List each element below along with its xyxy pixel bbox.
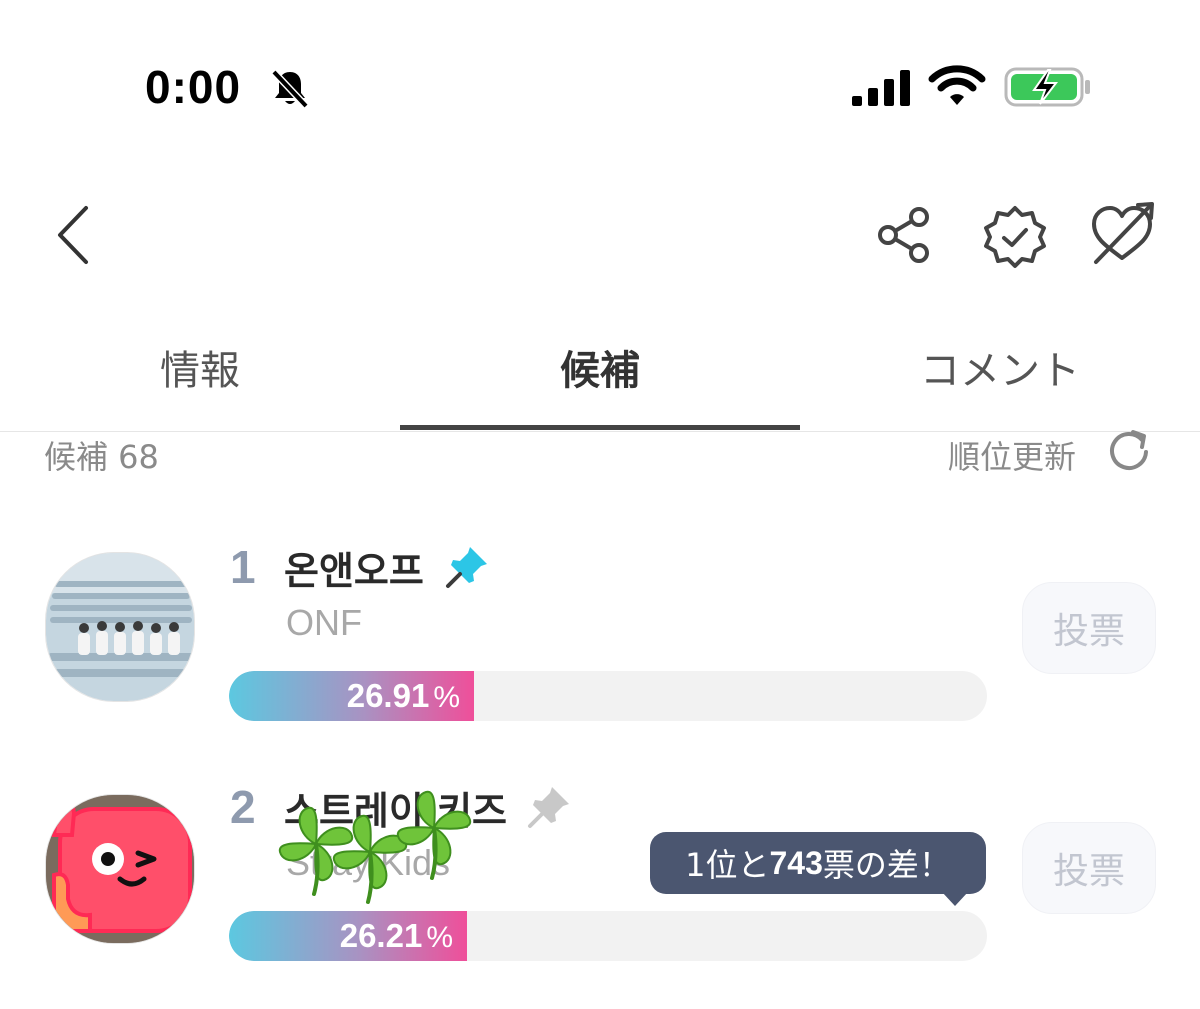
status-bar: 0:00 [0, 0, 1200, 170]
wifi-icon [928, 65, 986, 105]
candidate-1-progress-fill: 26.91% [229, 671, 474, 721]
candidate-1-vote-button[interactable]: 投票 [1022, 582, 1156, 674]
candidate-1-photo[interactable] [45, 552, 195, 702]
refresh-ranking-label[interactable]: 順位更新 [948, 432, 1076, 478]
active-tab-indicator [400, 425, 800, 430]
share-icon[interactable] [876, 206, 934, 264]
candidate-1-progress-track: 26.91% [229, 671, 987, 721]
clover-icon [396, 790, 472, 880]
tab-candidates[interactable]: 候補 [400, 338, 800, 396]
candidate-1-percent-sign: % [433, 681, 460, 714]
status-time: 0:00 [145, 61, 242, 113]
candidate-2-progress-fill: 26.21% [229, 911, 467, 961]
tab-bar: 情報 候補 コメント [0, 320, 1200, 432]
candidate-1-percent: 26.91 [346, 677, 430, 714]
candidate-2-progress-track: 26.21% [229, 911, 987, 961]
refresh-icon[interactable] [1106, 428, 1152, 474]
vote-difference-tooltip: 1位と 743 票の差！ [650, 832, 986, 894]
candidate-count: 候補 68 [44, 438, 159, 476]
tooltip-suffix: 票の差！ [822, 846, 951, 884]
tooltip-prefix: 1位と [685, 846, 770, 884]
heart-arrow-icon[interactable] [1086, 200, 1158, 268]
candidate-2-vote-button[interactable]: 投票 [1022, 822, 1156, 914]
candidate-1-rank: 1 [230, 541, 256, 593]
candidate-2-rank: 2 [230, 781, 256, 833]
candidate-2-percent: 26.21 [339, 917, 423, 954]
tooltip-votes: 743 [769, 844, 823, 881]
signal-icon [852, 70, 910, 106]
candidate-2-photo[interactable] [45, 794, 195, 944]
pin-icon-inactive[interactable] [526, 784, 572, 830]
pin-icon-active[interactable] [444, 544, 490, 590]
tab-info[interactable]: 情報 [0, 338, 400, 396]
tooltip-tail [942, 892, 968, 906]
candidate-1-subname: ONF [286, 602, 362, 643]
candidate-1-name: 온앤오프 [284, 549, 424, 593]
battery-charging-icon [1004, 67, 1090, 107]
back-icon[interactable] [52, 204, 100, 266]
tab-comments[interactable]: コメント [800, 338, 1200, 396]
verified-badge-icon[interactable] [982, 204, 1048, 270]
bell-slash-icon [271, 69, 309, 109]
candidate-2-percent-sign: % [426, 921, 453, 954]
